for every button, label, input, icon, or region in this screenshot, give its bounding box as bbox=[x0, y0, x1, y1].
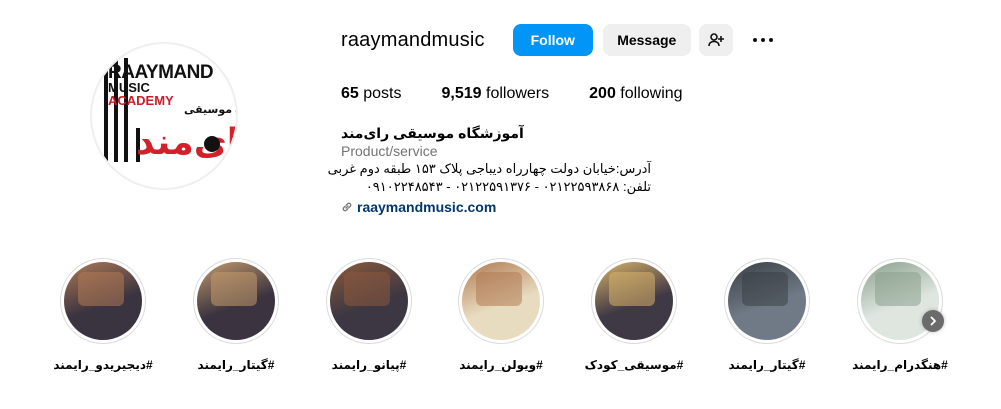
bio-category: Product/service bbox=[341, 143, 438, 159]
link-icon bbox=[342, 202, 352, 212]
highlight-label: #گیتار_رایمند bbox=[728, 358, 806, 372]
more-options-icon bbox=[752, 38, 773, 42]
highlight-label: #ویولن_رایمند bbox=[459, 358, 543, 372]
highlight-cover-image bbox=[595, 262, 673, 340]
highlight-item[interactable]: #دیجیریدو_رایمند bbox=[48, 258, 158, 372]
chevron-right-icon bbox=[930, 316, 936, 326]
highlight-label: #گیتار_رایمند bbox=[197, 358, 275, 372]
highlight-cover-ring bbox=[724, 258, 810, 344]
highlight-item[interactable]: #موسیقی_کودک bbox=[579, 258, 689, 372]
follow-button[interactable]: Follow bbox=[512, 24, 593, 56]
highlight-cover-shape bbox=[78, 272, 124, 306]
bio-address: آدرس:خیابان دولت چهارراه دیباجی پلاک ۱۵۳… bbox=[327, 161, 651, 176]
bio-phones: تلفن: ۰۲۱۲۲۵۹۳۸۶۸ - ۰۲۱۲۲۵۹۱۳۷۶ - ۰۹۱۰۲۲… bbox=[365, 179, 651, 194]
highlight-label: #هنگدرام_رایمند bbox=[852, 358, 948, 372]
more-options-button[interactable] bbox=[749, 24, 777, 56]
profile-bio: آموزشگاه موسیقی رای‌مند Product/service … bbox=[327, 124, 661, 216]
highlight-cover-shape bbox=[476, 272, 522, 306]
highlight-label: #دیجیریدو_رایمند bbox=[53, 358, 153, 372]
highlight-cover-shape bbox=[609, 272, 655, 306]
highlight-item[interactable]: #پیانو_رایمند bbox=[314, 258, 424, 372]
bio-website-link[interactable]: raaymandmusic.com bbox=[341, 198, 661, 216]
logo-persian-big: رای‌مند bbox=[136, 121, 236, 162]
highlight-cover-shape bbox=[742, 272, 788, 306]
profile-header: raaymandmusic Follow Message bbox=[341, 24, 777, 56]
profile-avatar[interactable]: RAAYMAND MUSIC ACADEMY آموزشگاه موسیقی ر… bbox=[90, 42, 238, 190]
highlight-cover-ring bbox=[458, 258, 544, 344]
logo-english-text: RAAYMAND MUSIC ACADEMY bbox=[108, 62, 214, 108]
highlight-cover-image bbox=[728, 262, 806, 340]
profile-stats: 65 posts 9,519 followers 200 following bbox=[341, 85, 723, 103]
logo-dot bbox=[204, 136, 220, 152]
highlight-cover-image bbox=[64, 262, 142, 340]
message-button[interactable]: Message bbox=[602, 24, 691, 56]
highlight-cover-ring bbox=[326, 258, 412, 344]
highlight-item[interactable]: #ویولن_رایمند bbox=[446, 258, 556, 372]
highlight-cover-shape bbox=[875, 272, 921, 306]
profile-username[interactable]: raaymandmusic bbox=[341, 29, 485, 52]
highlight-cover-ring bbox=[591, 258, 677, 344]
highlight-cover-image bbox=[330, 262, 408, 340]
highlight-cover-image bbox=[462, 262, 540, 340]
highlight-cover-ring bbox=[60, 258, 146, 344]
logo-persian-small: آموزشگاه موسیقی bbox=[184, 104, 236, 116]
add-user-icon bbox=[707, 33, 724, 47]
highlight-label: #موسیقی_کودک bbox=[584, 358, 684, 372]
followers-stat[interactable]: 9,519 followers bbox=[442, 85, 550, 103]
academy-logo: RAAYMAND MUSIC ACADEMY آموزشگاه موسیقی ر… bbox=[92, 44, 236, 188]
story-highlights: #دیجیریدو_رایمند #گیتار_رایمند #پیانو_رایم… bbox=[48, 258, 958, 388]
posts-stat: 65 posts bbox=[341, 85, 402, 102]
highlight-cover-shape bbox=[211, 272, 257, 306]
highlight-cover-shape bbox=[344, 272, 390, 306]
highlights-next-button[interactable] bbox=[922, 310, 944, 332]
following-stat[interactable]: 200 following bbox=[589, 85, 682, 103]
highlight-cover-ring bbox=[193, 258, 279, 344]
bio-display-name: آموزشگاه موسیقی رای‌مند bbox=[341, 125, 524, 141]
highlight-item[interactable]: #گیتار_رایمند bbox=[181, 258, 291, 372]
highlight-item[interactable]: #گیتار_رایمند bbox=[712, 258, 822, 372]
suggested-accounts-button[interactable] bbox=[698, 24, 733, 56]
highlight-cover-image bbox=[197, 262, 275, 340]
highlight-label: #پیانو_رایمند bbox=[331, 358, 407, 372]
